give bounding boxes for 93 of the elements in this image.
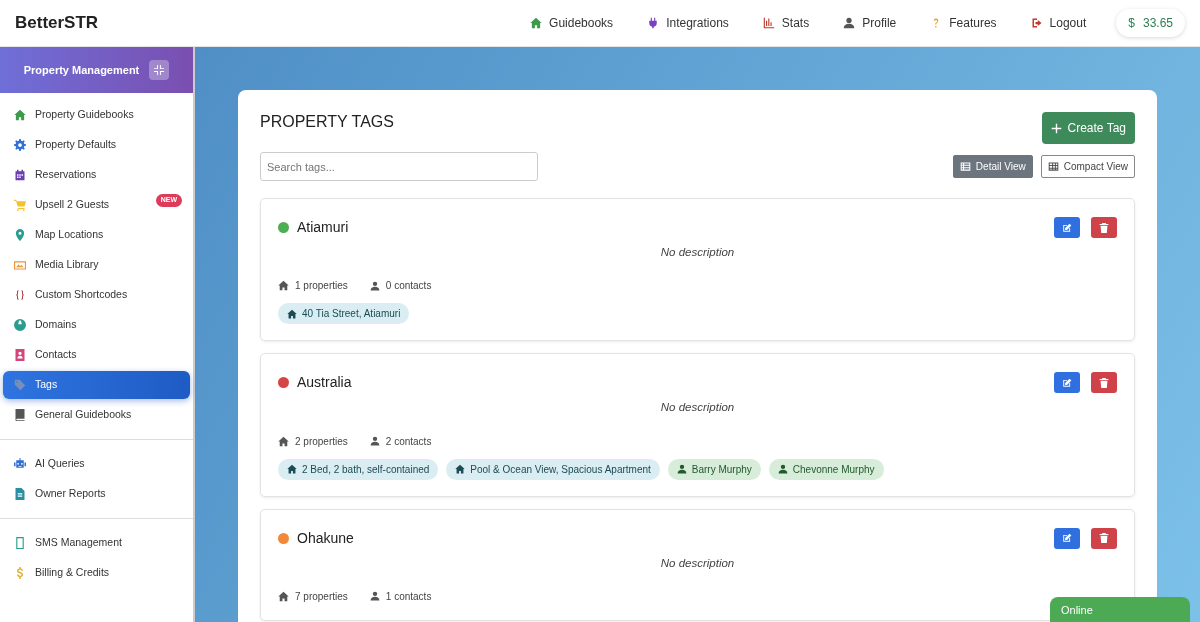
compress-icon <box>154 65 165 75</box>
sidebar-item[interactable]: General Guidebooks <box>3 401 190 429</box>
images-icon <box>14 259 26 271</box>
edit-icon <box>1062 533 1072 543</box>
map-pin-icon <box>14 229 26 241</box>
page-title: PROPERTY TAGS <box>260 112 394 132</box>
delete-button[interactable] <box>1091 372 1117 394</box>
sidebar-item[interactable]: Property Defaults <box>3 131 190 159</box>
collapse-button[interactable] <box>149 60 170 80</box>
nav-link[interactable]: Profile <box>843 10 897 36</box>
cart-icon <box>14 199 26 211</box>
balance-amount: 33.65 <box>1142 15 1173 32</box>
list-icon <box>959 161 971 172</box>
contact-count: 2 contacts <box>385 434 432 449</box>
property-count: 2 properties <box>295 434 348 449</box>
sidebar-item[interactable]: Property Guidebooks <box>3 101 190 129</box>
view-toggle-button[interactable]: Detail View <box>952 155 1033 178</box>
sidebar-item[interactable]: Domains <box>3 311 190 339</box>
sidebar-item[interactable]: Owner Reports <box>3 480 190 508</box>
nav-link[interactable]: Logout <box>1030 10 1087 36</box>
edit-button[interactable] <box>1054 527 1080 549</box>
person-icon <box>777 464 788 474</box>
sidebar-item[interactable]: Map Locations <box>3 221 190 249</box>
trash-icon <box>1099 533 1109 543</box>
tag-icon <box>14 379 26 391</box>
home-icon <box>530 17 543 29</box>
sidebar-item[interactable]: Custom Shortcodes <box>3 281 190 309</box>
sidebar-item[interactable]: Media Library <box>3 251 190 279</box>
contact-count: 1 contacts <box>385 589 432 604</box>
dollar-icon <box>14 567 26 579</box>
home-icon <box>287 308 297 319</box>
edit-button[interactable] <box>1054 372 1080 394</box>
sidebar-item[interactable]: Contacts <box>3 341 190 369</box>
calendar-icon <box>14 169 26 181</box>
contact-chip: Barry Murphy <box>667 458 761 480</box>
tag-name: Australia <box>297 373 352 393</box>
edit-icon <box>1062 222 1072 233</box>
property-chip: 40 Tia Street, Atiamuri <box>278 303 410 325</box>
book-icon <box>14 409 26 421</box>
home-icon <box>455 464 466 474</box>
braces-icon <box>14 289 26 301</box>
contact-chip: Chevonne Murphy <box>768 458 884 480</box>
tag-name: Atiamuri <box>297 218 349 237</box>
logout-icon <box>1030 17 1043 29</box>
sidebar-item[interactable]: Reservations <box>3 161 190 189</box>
plug-icon <box>647 17 660 29</box>
plus-icon <box>1050 122 1062 134</box>
nav-link[interactable]: Integrations <box>647 10 729 36</box>
robot-icon <box>14 458 26 470</box>
sidebar-item[interactable]: Tags <box>3 371 190 399</box>
contact-count: 0 contacts <box>385 279 432 294</box>
home-icon <box>287 464 297 474</box>
tag-name: Ohakune <box>297 528 354 548</box>
nav-link[interactable]: Stats <box>762 10 810 36</box>
sidebar-title: Property Management <box>23 62 140 78</box>
person-icon <box>369 280 380 291</box>
home-icon <box>278 435 289 447</box>
document-icon <box>14 488 26 500</box>
view-toggle-button[interactable]: Compact View <box>1040 155 1135 178</box>
sidebar-item[interactable]: SMS Management <box>3 529 190 557</box>
edit-icon <box>1062 377 1072 388</box>
create-tag-button[interactable]: Create Tag <box>1041 112 1135 144</box>
person-icon <box>369 591 380 602</box>
home-icon <box>14 109 26 121</box>
contact-card-icon <box>14 349 26 361</box>
home-icon <box>278 590 289 602</box>
nav-link[interactable]: Guidebooks <box>530 10 614 36</box>
trash-icon <box>1099 222 1109 233</box>
sidebar-item[interactable]: AI Queries <box>3 450 190 478</box>
property-chip: 2 Bed, 2 bath, self-contained <box>278 458 439 480</box>
delete-button[interactable] <box>1091 217 1117 238</box>
trash-icon <box>1099 377 1109 388</box>
tag-description: No description <box>659 245 736 260</box>
edit-button[interactable] <box>1054 217 1080 238</box>
nav-link[interactable]: Features <box>930 10 997 36</box>
settings-icon <box>14 139 26 151</box>
property-chip: Pool & Ocean View, Spacious Apartment <box>446 458 660 480</box>
tag-description: No description <box>659 400 736 416</box>
property-count: 7 properties <box>295 589 348 604</box>
bar-chart-icon <box>762 17 775 29</box>
person-icon <box>843 17 856 29</box>
brand-logo: BetterSTR <box>15 12 99 35</box>
search-field[interactable]: Search tags... <box>260 152 538 181</box>
phone-icon <box>14 537 26 549</box>
grid-icon <box>1047 161 1059 172</box>
person-icon <box>676 464 687 474</box>
currency-symbol: $ <box>1128 15 1135 32</box>
property-count: 1 properties <box>295 279 348 294</box>
sidebar-item[interactable]: Billing & Credits <box>3 559 190 587</box>
home-icon <box>278 280 289 292</box>
person-icon <box>369 436 380 446</box>
tag-description: No description <box>659 555 736 571</box>
delete-button[interactable] <box>1091 527 1117 549</box>
